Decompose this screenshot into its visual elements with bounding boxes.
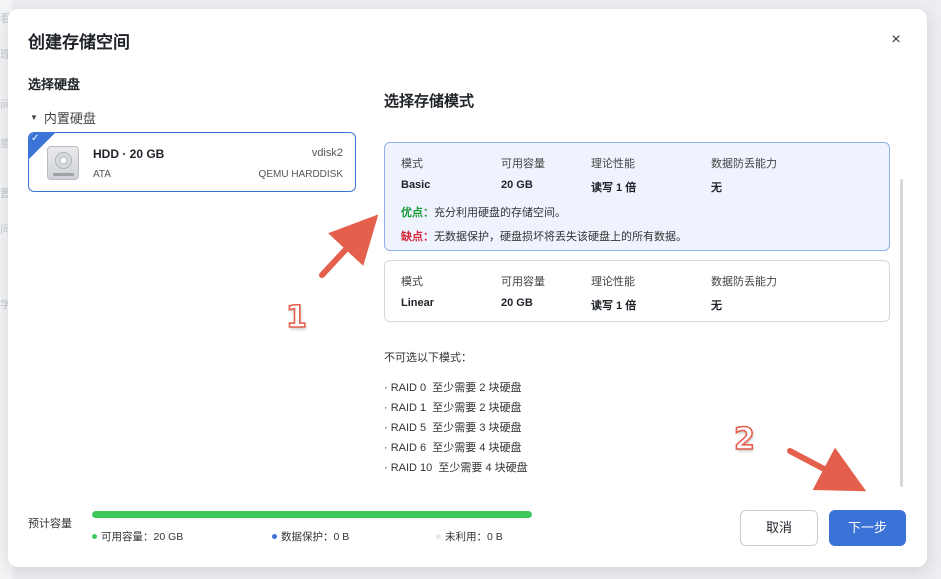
mode-protection: 无: [711, 182, 722, 194]
mode-card-basic[interactable]: 模式 可用容量 理论性能 数据防丢能力 Basic 20 GB 读写 1 倍 无…: [384, 142, 890, 251]
unavailable-modes-list: · RAID 0 至少需要 2 块硬盘 · RAID 1 至少需要 2 块硬盘 …: [384, 381, 528, 481]
scrollbar[interactable]: [900, 179, 903, 487]
list-item: · RAID 1 至少需要 2 块硬盘: [384, 402, 522, 414]
legend-protection: 数据保护：0 B: [272, 529, 349, 544]
list-item: · RAID 10 至少需要 4 块硬盘: [384, 462, 528, 474]
mode-name: Basic: [401, 179, 431, 191]
legend-dot: [92, 534, 97, 539]
mode-performance: 读写 1 倍: [591, 300, 637, 312]
mode-capacity: 20 GB: [501, 179, 533, 191]
estimated-capacity-label: 预计容量: [28, 518, 72, 530]
header-mode: 模式: [401, 276, 423, 288]
disadvantage-label: 缺点：: [401, 231, 434, 243]
cancel-button[interactable]: 取消: [740, 510, 818, 546]
create-storage-dialog: 创建存储空间 × 选择硬盘 ▼ 内置硬盘 ✓ HDD · 20 GB ATA v…: [8, 9, 927, 567]
unavailable-modes-heading: 不可选以下模式：: [384, 352, 472, 364]
disadvantage-text: 无数据保护，硬盘损坏将丢失该硬盘上的所有数据。: [434, 231, 687, 243]
legend-dot: [436, 534, 441, 539]
close-button[interactable]: ×: [886, 30, 906, 50]
header-capacity: 可用容量: [501, 276, 545, 288]
advantage-text: 充分利用硬盘的存储空间。: [434, 207, 566, 219]
advantage-label: 优点：: [401, 207, 434, 219]
disk-model: QEMU HARDDISK: [258, 169, 343, 180]
legend-label: 数据保护：0 B: [281, 531, 350, 543]
capacity-bar: [92, 511, 532, 518]
hard-disk-icon: [47, 146, 79, 180]
mode-card-linear[interactable]: 模式 可用容量 理论性能 数据防丢能力 Linear 20 GB 读写 1 倍 …: [384, 260, 890, 322]
legend-unused: 未利用：0 B: [436, 529, 503, 544]
mode-advantage: 优点：充分利用硬盘的存储空间。: [401, 204, 566, 220]
header-protection: 数据防丢能力: [711, 158, 777, 170]
check-icon: ✓: [31, 133, 40, 144]
legend-label: 未利用：0 B: [445, 531, 503, 543]
caret-down-icon: ▼: [30, 113, 38, 122]
legend-available: 可用容量：20 GB: [92, 529, 183, 544]
header-capacity: 可用容量: [501, 158, 545, 170]
capacity-bar-fill: [92, 511, 532, 518]
mode-performance: 读写 1 倍: [591, 182, 637, 194]
header-performance: 理论性能: [591, 276, 635, 288]
disk-name: HDD · 20 GB: [93, 147, 165, 161]
select-disk-heading: 选择硬盘: [28, 77, 81, 92]
list-item: · RAID 5 至少需要 3 块硬盘: [384, 422, 522, 434]
legend-label: 可用容量：20 GB: [101, 531, 184, 543]
header-performance: 理论性能: [591, 158, 635, 170]
disk-device: vdisk2: [311, 147, 343, 159]
disk-interface: ATA: [93, 169, 111, 180]
select-mode-heading: 选择存储模式: [384, 93, 475, 110]
mode-capacity: 20 GB: [501, 297, 533, 309]
dialog-title: 创建存储空间: [28, 33, 130, 52]
mode-disadvantage: 缺点：无数据保护，硬盘损坏将丢失该硬盘上的所有数据。: [401, 228, 687, 244]
next-button[interactable]: 下一步: [829, 510, 906, 546]
legend-dot: [272, 534, 277, 539]
annotation-marker-1: 1: [285, 299, 307, 336]
annotation-marker-2: 2: [733, 421, 755, 458]
header-protection: 数据防丢能力: [711, 276, 777, 288]
disk-card-vdisk2[interactable]: ✓ HDD · 20 GB ATA vdisk2 QEMU HARDDISK: [28, 132, 356, 192]
disk-group-label: 内置硬盘: [43, 111, 96, 126]
mode-protection: 无: [711, 300, 722, 312]
disk-group-toggle[interactable]: ▼ 内置硬盘: [30, 108, 96, 127]
list-item: · RAID 6 至少需要 4 块硬盘: [384, 442, 522, 454]
header-mode: 模式: [401, 158, 423, 170]
list-item: · RAID 0 至少需要 2 块硬盘: [384, 382, 522, 394]
mode-name: Linear: [401, 297, 435, 309]
